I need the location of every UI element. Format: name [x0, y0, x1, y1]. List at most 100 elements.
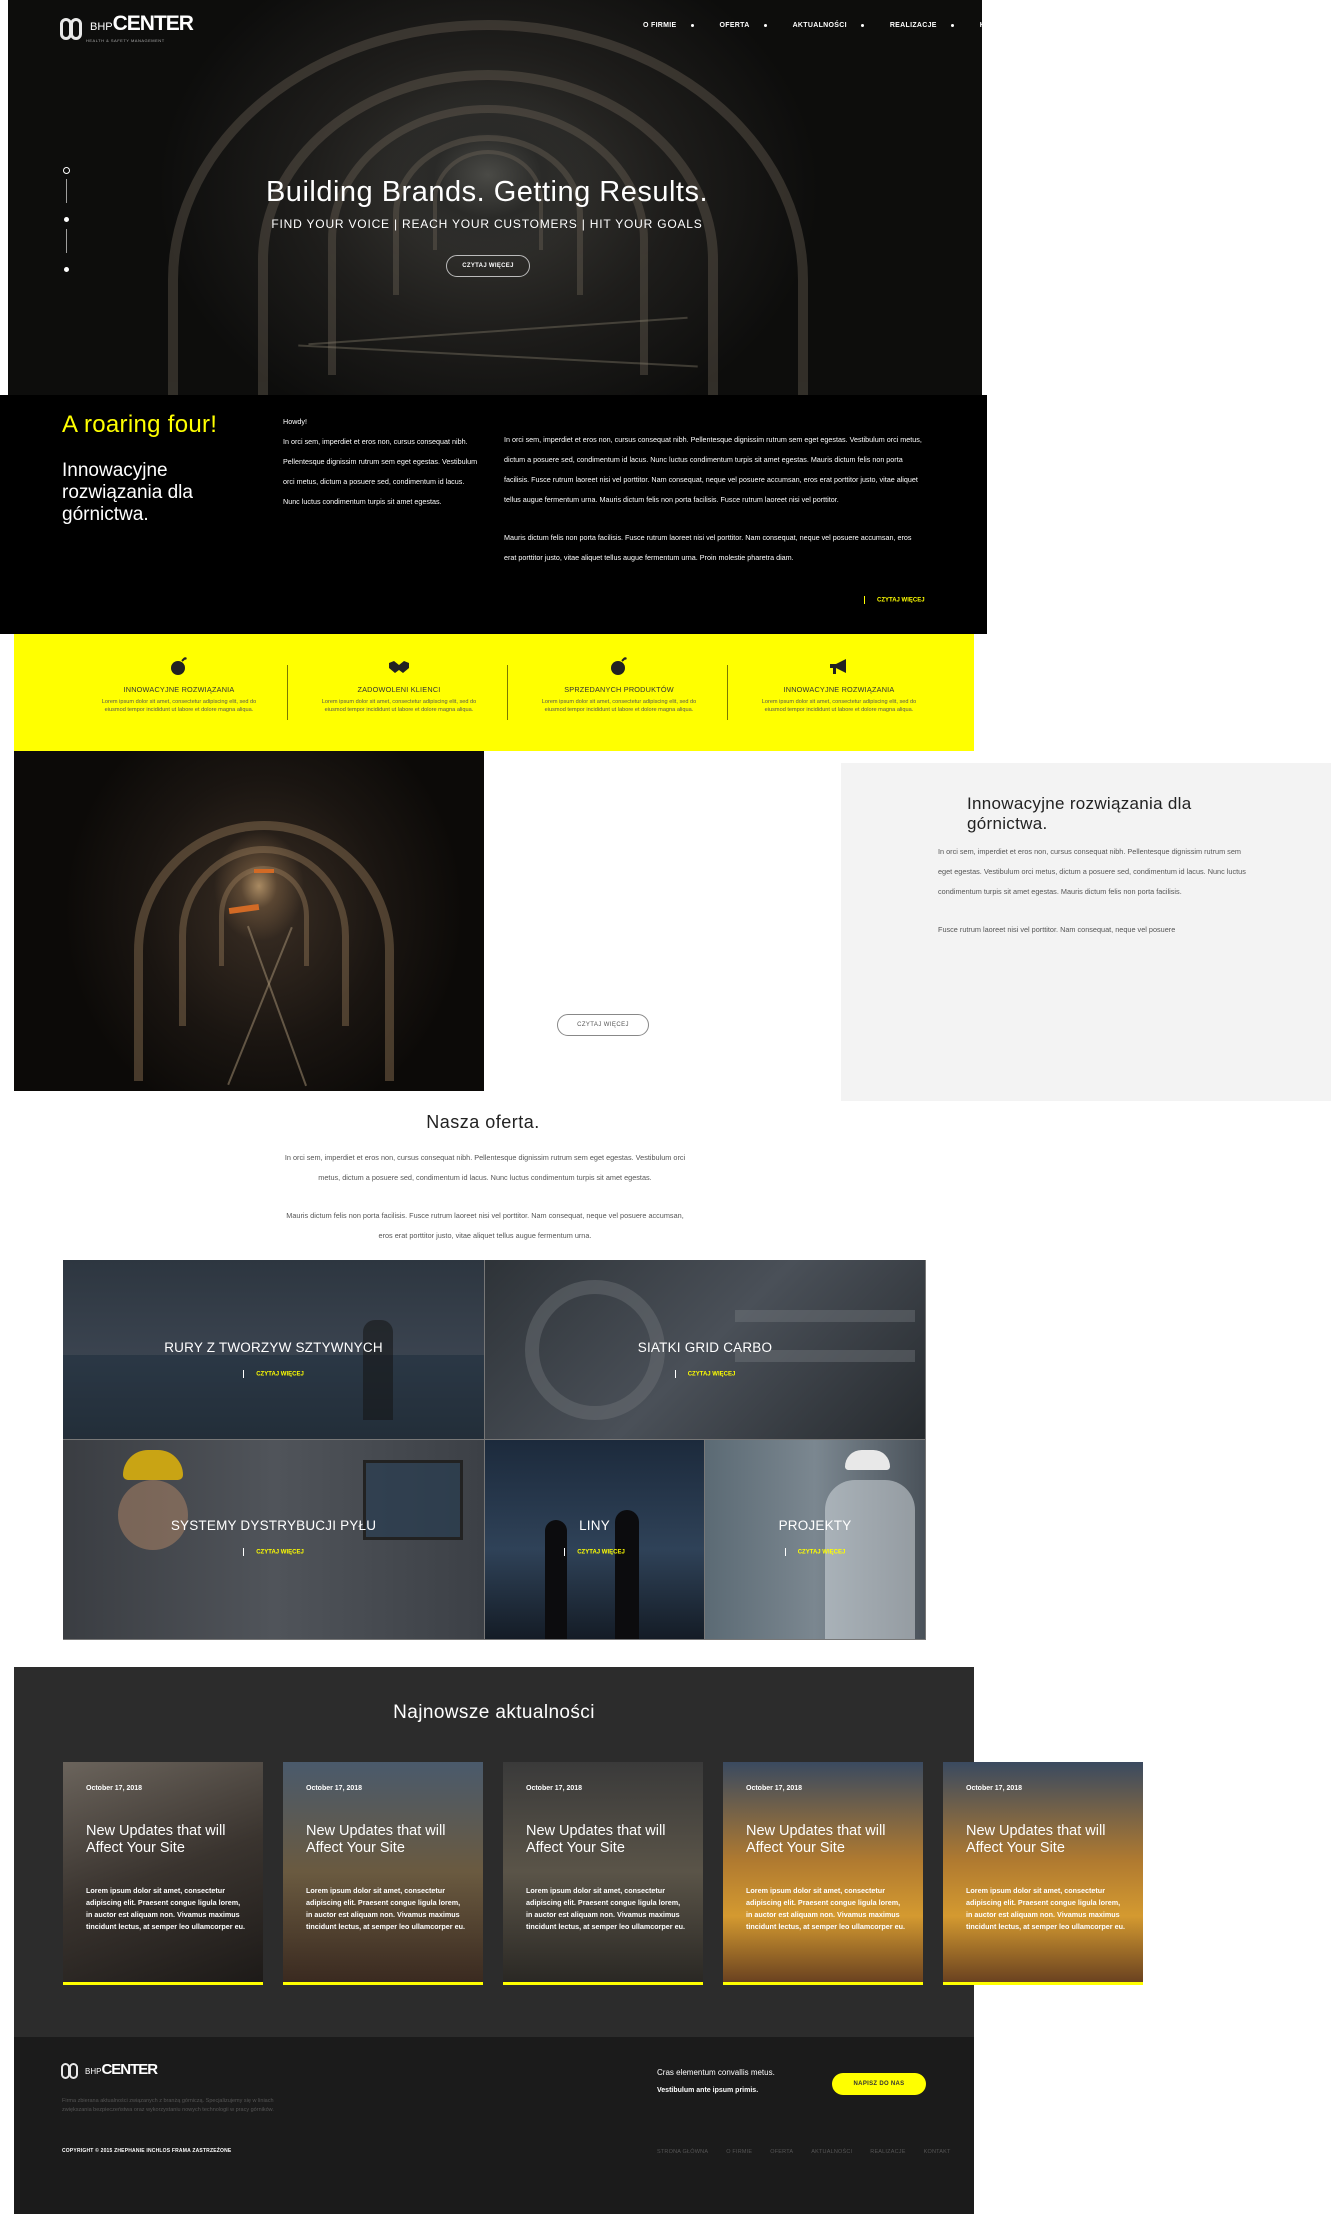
news-card[interactable]: October 17, 2018 New Updates that will A…: [63, 1762, 263, 1985]
news-card-date: October 17, 2018: [746, 1785, 803, 1792]
news-card[interactable]: October 17, 2018 New Updates that will A…: [283, 1762, 483, 1985]
news-card-title: New Updates that will Affect Your Site: [966, 1823, 1106, 1856]
news-title: Najnowsze aktualności: [393, 1702, 595, 1723]
slider-dot-1[interactable]: [63, 167, 70, 174]
dropdown-dot-icon: [950, 24, 954, 27]
feature-item: SPRZEDANYCH PRODUKTÓW Lorem ipsum dolor …: [507, 657, 729, 751]
mine-tunnel-image: [14, 751, 484, 1091]
feature-item: INNOWACYJNE ROZWIĄZANIA Lorem ipsum dolo…: [727, 657, 949, 751]
news-card-text: Lorem ipsum dolor sit amet, consectetur …: [746, 1886, 905, 1931]
intro-col2-paragraph-2: Mauris dictum felis non porta facilisis.…: [504, 533, 912, 562]
news-card-date: October 17, 2018: [86, 1785, 143, 1792]
feature-text: Lorem ipsum dolor sit amet, consectetur …: [101, 699, 257, 713]
handshake-icon: [388, 657, 410, 677]
main-nav: O FIRMIE OFERTA AKTUALNOŚCI REALIZACJE K…: [630, 22, 1029, 29]
news-card-title: New Updates that will Affect Your Site: [746, 1823, 886, 1856]
features-strip: INNOWACYJNE ROZWIĄZANIA Lorem ipsum dolo…: [14, 634, 974, 751]
offer-tile-rury[interactable]: RURY Z TWORZYW SZTYWNYCH CZYTAJ WIĘCEJ: [63, 1260, 485, 1440]
offer-tile-label: SIATKI GRID CARBO: [637, 1340, 773, 1355]
mining-paragraph-1: In orci sem, imperdiet et eros non, curs…: [938, 847, 1246, 896]
intro-column-1: Howdy! In orci sem, imperdiet et eros no…: [283, 412, 479, 512]
news-card-title: New Updates that will Affect Your Site: [306, 1823, 446, 1856]
hero-read-more-button[interactable]: CZYTAJ WIĘCEJ: [446, 255, 530, 277]
feature-title: INNOWACYJNE ROZWIĄZANIA: [783, 685, 895, 694]
offer-tile-link[interactable]: CZYTAJ WIĘCEJ: [705, 1548, 925, 1556]
offer-tile-link[interactable]: CZYTAJ WIĘCEJ: [485, 1548, 704, 1556]
site-footer: [14, 2037, 974, 2214]
intro-heading: Innowacyjne rozwiązania dla górnictwa.: [62, 460, 193, 525]
offer-tile-label: LINY: [579, 1518, 610, 1533]
slider-dot-3[interactable]: [64, 267, 69, 272]
offer-tile-label: SYSTEMY DYSTRYBUCJI PYŁU: [170, 1518, 377, 1533]
megaphone-icon: [828, 657, 850, 677]
offer-tile-label: PROJEKTY: [778, 1518, 852, 1533]
news-card[interactable]: October 17, 2018 New Updates that will A…: [943, 1762, 1143, 1985]
logo-icon: [60, 16, 86, 42]
footer-logo[interactable]: BHPCENTER: [61, 2061, 158, 2081]
site-logo[interactable]: BHPCENTER HEALTH & SAFETY MANAGEMENT: [60, 13, 194, 43]
intro-greeting: Howdy!: [283, 417, 307, 426]
footer-nav-home[interactable]: STRONA GŁÓWNA: [657, 2149, 708, 2155]
news-card-text: Lorem ipsum dolor sit amet, consectetur …: [306, 1886, 465, 1931]
offer-tile-link[interactable]: CZYTAJ WIĘCEJ: [63, 1370, 484, 1378]
news-card[interactable]: October 17, 2018 New Updates that will A…: [503, 1762, 703, 1985]
mining-heading: Innowacyjne rozwiązania dla górnictwa.: [967, 794, 1192, 833]
offer-tile-label: RURY Z TWORZYW SZTYWNYCH: [164, 1340, 383, 1355]
news-card-text: Lorem ipsum dolor sit amet, consectetur …: [966, 1886, 1125, 1931]
footer-nav-aktualnosci[interactable]: AKTUALNOŚCI: [811, 2149, 852, 2155]
offer-tile-siatki[interactable]: SIATKI GRID CARBO CZYTAJ WIĘCEJ: [485, 1260, 926, 1440]
hero-subtitle: FIND YOUR VOICE | REACH YOUR CUSTOMERS |…: [271, 217, 703, 231]
offer-tile-link[interactable]: CZYTAJ WIĘCEJ: [63, 1548, 484, 1556]
news-card-text: Lorem ipsum dolor sit amet, consectetur …: [526, 1886, 685, 1931]
offer-paragraph-1: In orci sem, imperdiet et eros non, curs…: [284, 1153, 686, 1182]
feature-text: Lorem ipsum dolor sit amet, consectetur …: [321, 699, 477, 713]
dropdown-dot-icon: [763, 24, 767, 27]
mining-paragraph-2: Fusce rutrum laoreet nisi vel porttitor.…: [938, 925, 1176, 934]
footer-nav-kontakt[interactable]: KONTAKT: [924, 2149, 951, 2155]
logo-icon: [61, 2061, 81, 2081]
nav-item-o-firmie[interactable]: O FIRMIE: [630, 22, 707, 29]
footer-contact-line-2: Vestibulum ante ipsum primis.: [657, 2087, 759, 2094]
feature-text: Lorem ipsum dolor sit amet, consectetur …: [761, 699, 917, 713]
offer-tile-link[interactable]: CZYTAJ WIĘCEJ: [485, 1370, 925, 1378]
offer-intro-text: In orci sem, imperdiet et eros non, curs…: [280, 1148, 690, 1260]
footer-about-text: Firma zbierana aktualności związanych z …: [62, 2098, 274, 2113]
feature-title: ZADOWOLENI KLIENCI: [357, 685, 441, 694]
offer-title: Nasza oferta.: [426, 1112, 540, 1132]
feature-title: SPRZEDANYCH PRODUKTÓW: [564, 685, 674, 694]
nav-item-oferta[interactable]: OFERTA: [707, 22, 780, 29]
feature-item: ZADOWOLENI KLIENCI Lorem ipsum dolor sit…: [287, 657, 509, 751]
intro-read-more-link[interactable]: CZYTAJ WIĘCEJ: [864, 596, 925, 604]
offer-tile-systemy[interactable]: SYSTEMY DYSTRYBUCJI PYŁU CZYTAJ WIĘCEJ: [63, 1440, 485, 1640]
news-card[interactable]: October 17, 2018 New Updates that will A…: [723, 1762, 923, 1985]
footer-contact-line-1: Cras elementum convallis metus.: [657, 2068, 775, 2077]
intro-col1-text: In orci sem, imperdiet et eros non, curs…: [283, 437, 478, 506]
bomb-icon: [168, 657, 190, 677]
offer-tile-liny[interactable]: LINY CZYTAJ WIĘCEJ: [485, 1440, 705, 1640]
nav-item-kontakt[interactable]: KONTAKT: [967, 22, 1029, 29]
feature-text: Lorem ipsum dolor sit amet, consectetur …: [541, 699, 697, 713]
feature-title: INNOWACYJNE ROZWIĄZANIA: [123, 685, 235, 694]
intro-col2-paragraph-1: In orci sem, imperdiet et eros non, curs…: [504, 435, 922, 504]
offer-tile-projekty[interactable]: PROJEKTY CZYTAJ WIĘCEJ: [705, 1440, 926, 1640]
bomb-icon: [608, 657, 630, 677]
nav-item-realizacje[interactable]: REALIZACJE: [877, 22, 967, 29]
intro-accent-heading: A roaring four!: [62, 411, 218, 438]
intro-column-2: In orci sem, imperdiet et eros non, curs…: [504, 430, 924, 568]
news-card-date: October 17, 2018: [306, 1785, 363, 1792]
mining-text: In orci sem, imperdiet et eros non, curs…: [938, 842, 1248, 940]
news-card-text: Lorem ipsum dolor sit amet, consectetur …: [86, 1886, 245, 1931]
dropdown-dot-icon: [690, 24, 694, 27]
footer-nav-o-firmie[interactable]: O FIRMIE: [726, 2149, 752, 2155]
nav-item-aktualnosci[interactable]: AKTUALNOŚCI: [780, 22, 877, 29]
news-card-title: New Updates that will Affect Your Site: [86, 1823, 226, 1856]
footer-nav: STRONA GŁÓWNA O FIRMIE OFERTA AKTUALNOŚC…: [657, 2149, 951, 2155]
write-to-us-button[interactable]: NAPISZ DO NAS: [832, 2073, 926, 2095]
logo-tagline: HEALTH & SAFETY MANAGEMENT: [86, 38, 165, 43]
footer-nav-realizacje[interactable]: REALIZACJE: [870, 2149, 905, 2155]
news-card-title: New Updates that will Affect Your Site: [526, 1823, 666, 1856]
footer-nav-oferta[interactable]: OFERTA: [770, 2149, 793, 2155]
offer-paragraph-2: Mauris dictum felis non porta facilisis.…: [286, 1211, 684, 1240]
news-card-date: October 17, 2018: [966, 1785, 1023, 1792]
mining-read-more-button[interactable]: CZYTAJ WIĘCEJ: [557, 1014, 649, 1036]
